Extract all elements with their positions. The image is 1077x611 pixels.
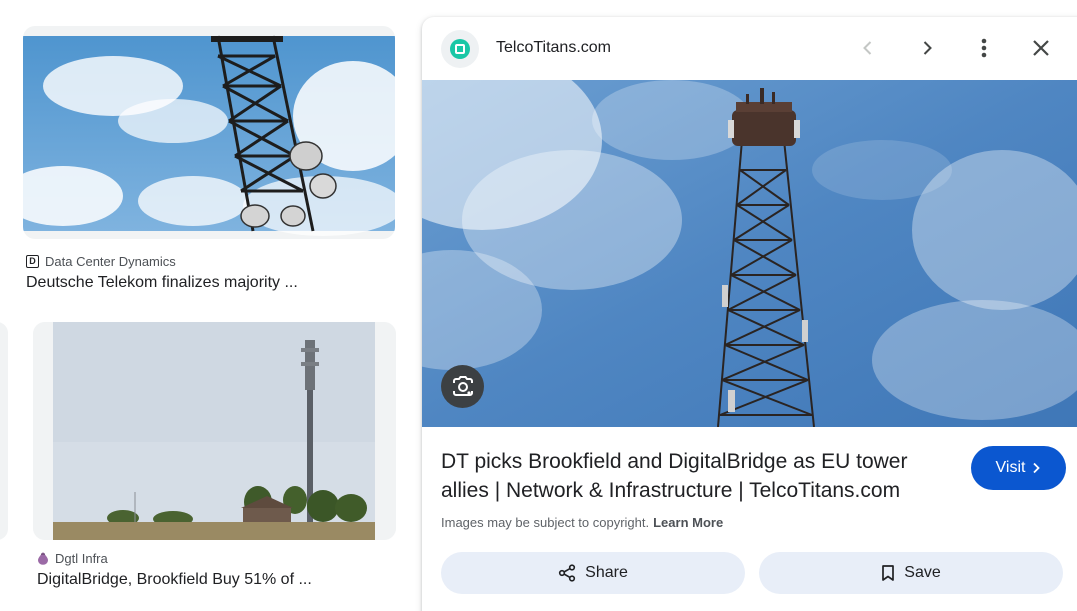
lattice-tower-image — [422, 80, 1077, 427]
share-button[interactable]: Share — [441, 552, 745, 594]
result-meta-1[interactable]: D Data Center Dynamics Deutsche Telekom … — [26, 252, 298, 292]
lens-search-button[interactable] — [441, 365, 484, 408]
preview-header: TelcoTitans.com — [422, 17, 1077, 80]
tower-closeup-image — [23, 35, 395, 236]
cell-tower-field-image — [33, 322, 396, 540]
bookmark-icon — [882, 565, 895, 581]
result-source: D Data Center Dynamics — [26, 252, 298, 270]
more-options-button[interactable] — [966, 30, 1002, 66]
result-source-name: Data Center Dynamics — [45, 253, 176, 269]
save-label: Save — [904, 564, 941, 581]
letter-d-favicon-icon: D — [26, 254, 39, 268]
result-thumbnail-1[interactable] — [23, 26, 395, 239]
result-source: Dgtl Infra — [37, 549, 312, 567]
image-preview-panel: TelcoTitans.com DT picks Brookfield and … — [422, 17, 1077, 611]
next-button[interactable] — [909, 30, 945, 66]
result-source-name: Dgtl Infra — [55, 550, 108, 566]
chevron-left-icon — [863, 41, 872, 55]
preview-image[interactable] — [422, 80, 1077, 427]
google-lens-icon — [452, 375, 473, 396]
result-thumbnail-2[interactable] — [33, 322, 396, 540]
result-title[interactable]: Deutsche Telekom finalizes majority ... — [26, 274, 298, 292]
result-title[interactable]: DigitalBridge, Brookfield Buy 51% of ... — [37, 571, 312, 589]
share-label: Share — [585, 564, 628, 581]
close-icon — [1033, 40, 1049, 56]
result-meta-2[interactable]: Dgtl Infra DigitalBridge, Brookfield Buy… — [37, 549, 312, 589]
site-name[interactable]: TelcoTitans.com — [496, 39, 611, 57]
copyright-text: Images may be subject to copyright. — [441, 515, 650, 530]
previous-button[interactable] — [850, 30, 886, 66]
image-search-page: D Data Center Dynamics Deutsche Telekom … — [0, 0, 1077, 611]
preview-title[interactable]: DT picks Brookfield and DigitalBridge as… — [441, 447, 951, 505]
partial-result-thumbnail[interactable] — [0, 322, 8, 540]
close-button[interactable] — [1023, 30, 1059, 66]
learn-more-link[interactable]: Learn More — [653, 515, 723, 530]
save-button[interactable]: Save — [759, 552, 1063, 594]
chevron-right-icon — [923, 41, 932, 55]
share-icon — [559, 564, 576, 582]
chevron-right-icon — [1033, 462, 1041, 474]
more-vert-icon — [981, 38, 987, 58]
purple-drop-favicon-icon — [38, 552, 48, 565]
copyright-notice: Images may be subject to copyright. Learn… — [441, 515, 723, 530]
visit-button[interactable]: Visit — [971, 446, 1066, 490]
visit-label: Visit — [995, 459, 1026, 476]
telcotitans-favicon-icon — [441, 30, 479, 68]
